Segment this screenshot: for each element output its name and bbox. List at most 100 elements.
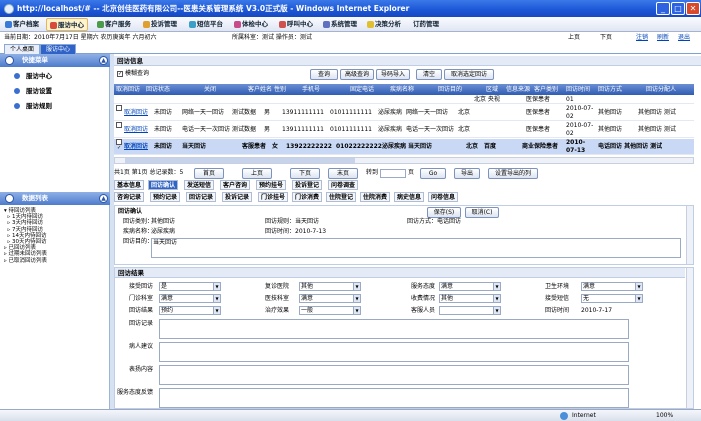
minimize-button[interactable]: _	[656, 2, 670, 15]
tab-appointment-records[interactable]: 预约记录	[150, 192, 181, 202]
table-row[interactable]: 北京 央视 医保患者 01	[114, 95, 694, 104]
next-page-button[interactable]: 下页	[290, 168, 320, 179]
col-name[interactable]: 客户姓名	[248, 84, 272, 95]
fuzzy-search-checkbox[interactable]: ✓ 模糊查询	[117, 69, 149, 78]
sidebar-item-followup-rules[interactable]: 服访规则	[14, 101, 52, 112]
last-page-button[interactable]: 末页	[328, 168, 358, 179]
medtech-dept-select[interactable]: 满意 ▼	[299, 294, 361, 303]
clear-button[interactable]: 清空	[416, 69, 442, 80]
tree-item-3day[interactable]: ▹ 3天内待回访	[4, 220, 47, 226]
cancel-selected-button[interactable]: 取消选定回访	[444, 69, 494, 80]
cancel-followup-link[interactable]: 取消回访	[124, 139, 148, 154]
tab-followup-records[interactable]: 回访记录	[186, 192, 217, 202]
exit-link[interactable]: 退出	[678, 32, 690, 43]
tab-outpatient-spend[interactable]: 门诊消费	[292, 192, 323, 202]
col-phone[interactable]: 固定电话	[350, 84, 374, 95]
col-gender[interactable]: 性别	[274, 84, 286, 95]
tree-item-expired[interactable]: ▹ 过期未回访列表	[4, 251, 47, 257]
query-button[interactable]: 查询	[310, 69, 338, 80]
menu-item-checkup-center[interactable]: 体检中心	[231, 18, 271, 31]
treatment-effect-select[interactable]: 一般 ▼	[299, 306, 361, 315]
sidebar-item-followup-center[interactable]: 服访中心	[14, 71, 52, 82]
tab-outpatient-register[interactable]: 门诊挂号	[258, 192, 289, 202]
service-attitude-select[interactable]: 满意 ▼	[439, 282, 501, 291]
table-row[interactable]: 取消回访 未回访 网络一天一回访 测试数据 男 13911111111 0101…	[114, 105, 694, 121]
praise-textarea[interactable]	[159, 365, 629, 385]
quick-menu-header[interactable]: 快捷菜单 ▲	[0, 54, 110, 67]
col-assignee[interactable]: 回访分配人	[646, 84, 676, 95]
tab-followup-center[interactable]: 服访中心	[40, 44, 77, 54]
revisit-hospital-select[interactable]: 其他 ▼	[299, 282, 361, 291]
followup-record-textarea[interactable]	[159, 319, 629, 339]
tab-survey[interactable]: 问卷调查	[328, 180, 359, 190]
col-category[interactable]: 客户类别	[534, 84, 558, 95]
col-method[interactable]: 回访方式	[598, 84, 622, 95]
data-list-header[interactable]: 数据列表 ▲	[0, 192, 110, 205]
col-time[interactable]: 回访时间	[566, 84, 590, 95]
fee-select[interactable]: 其他 ▼	[439, 294, 501, 303]
tab-basic-info[interactable]: 基本信息	[114, 180, 145, 190]
confirm-scrollbar[interactable]	[686, 206, 693, 264]
zoom-level[interactable]: 100%	[656, 410, 673, 421]
menu-item-followup-center[interactable]: 服访中心	[46, 18, 88, 31]
menu-item-call-center[interactable]: 呼叫中心	[276, 18, 316, 31]
table-row[interactable]: 取消回访 未回访 电话一天一次回访 测试数据 男 13911111111 010…	[114, 122, 694, 138]
tab-personal-desktop[interactable]: 个人桌面	[4, 44, 41, 54]
refresh-link[interactable]: 刷新	[657, 32, 669, 43]
collapse-icon[interactable]: ▲	[99, 194, 108, 203]
patient-suggestion-textarea[interactable]	[159, 342, 629, 362]
cancel-followup-link[interactable]: 取消回访	[124, 122, 148, 137]
col-mobile[interactable]: 手机号	[302, 84, 320, 95]
sidebar-item-followup-settings[interactable]: 服访设置	[14, 86, 52, 97]
col-source[interactable]: 信息来源	[506, 84, 530, 95]
logout-link[interactable]: 注销	[636, 32, 648, 43]
staff-select[interactable]: ▼	[439, 306, 501, 315]
tab-consult-records[interactable]: 咨询记录	[114, 192, 145, 202]
tab-medical-history[interactable]: 病史信息	[394, 192, 425, 202]
menu-item-customer-service[interactable]: 客户服务	[94, 18, 134, 31]
tab-inpatient-spend[interactable]: 住院消费	[360, 192, 391, 202]
cancel-followup-link[interactable]: 取消回访	[124, 105, 148, 120]
accept-followup-select[interactable]: 是 ▼	[159, 282, 221, 291]
scroll-thumb[interactable]	[125, 158, 355, 163]
tab-send-sms[interactable]: 发送短信	[184, 180, 215, 190]
import-button[interactable]: 导码导入	[376, 69, 410, 80]
menu-item-decision-analysis[interactable]: 决策分析	[364, 18, 404, 31]
menu-item-sms-platform[interactable]: 短信平台	[186, 18, 226, 31]
menu-item-customer-archive[interactable]: 客户档案	[2, 18, 42, 31]
maximize-button[interactable]: □	[671, 2, 685, 15]
next-page-link[interactable]: 下页	[600, 32, 612, 43]
advanced-query-button[interactable]: 高级查询	[340, 69, 374, 80]
set-export-columns-button[interactable]: 设置导出的列	[488, 168, 538, 179]
menu-item-complaint-management[interactable]: 投诉管理	[140, 18, 180, 31]
tab-inpatient-register[interactable]: 住院登记	[326, 192, 357, 202]
export-button[interactable]: 导出	[454, 168, 480, 179]
menu-item-medicine-order[interactable]: 订药管理	[410, 18, 442, 31]
page-number-input[interactable]	[380, 169, 406, 178]
tab-complaint-register[interactable]: 投诉登记	[292, 180, 323, 190]
tab-appointment[interactable]: 预约挂号	[256, 180, 287, 190]
cancel-button[interactable]: 取消(C)	[465, 207, 499, 218]
tab-complaint-records[interactable]: 投诉记录	[222, 192, 253, 202]
col-disease[interactable]: 疾病名称	[390, 84, 414, 95]
tab-customer-consult[interactable]: 客户咨询	[220, 180, 251, 190]
go-button[interactable]: Go	[420, 168, 446, 179]
col-cancel[interactable]: 取消回访	[116, 84, 140, 95]
followup-result-select[interactable]: 预约 ▼	[159, 306, 221, 315]
first-page-button[interactable]: 首页	[194, 168, 224, 179]
tab-followup-confirm[interactable]: 回访确认	[148, 180, 179, 190]
tree-item-7day[interactable]: ▹ 7天内待回访	[4, 227, 47, 233]
tab-survey-info[interactable]: 问卷信息	[428, 192, 459, 202]
accept-sms-select[interactable]: 无 ▼	[581, 294, 643, 303]
attitude-feedback-textarea[interactable]	[159, 388, 629, 408]
outpatient-dept-select[interactable]: 满意 ▼	[159, 294, 221, 303]
prev-page-button[interactable]: 上页	[242, 168, 272, 179]
result-scrollbar[interactable]	[686, 268, 693, 408]
prev-page-link[interactable]: 上页	[568, 32, 580, 43]
collapse-icon[interactable]: ▲	[99, 56, 108, 65]
col-close[interactable]: 关闭	[204, 84, 216, 95]
grid-horizontal-scrollbar[interactable]	[114, 157, 694, 164]
col-purpose[interactable]: 回访目的	[438, 84, 462, 95]
menu-item-system-management[interactable]: 系统管理	[320, 18, 360, 31]
table-row-selected[interactable]: ✓ 取消回访 未回访 当天回访 客服患者 女 13922222222 01022…	[114, 139, 694, 155]
